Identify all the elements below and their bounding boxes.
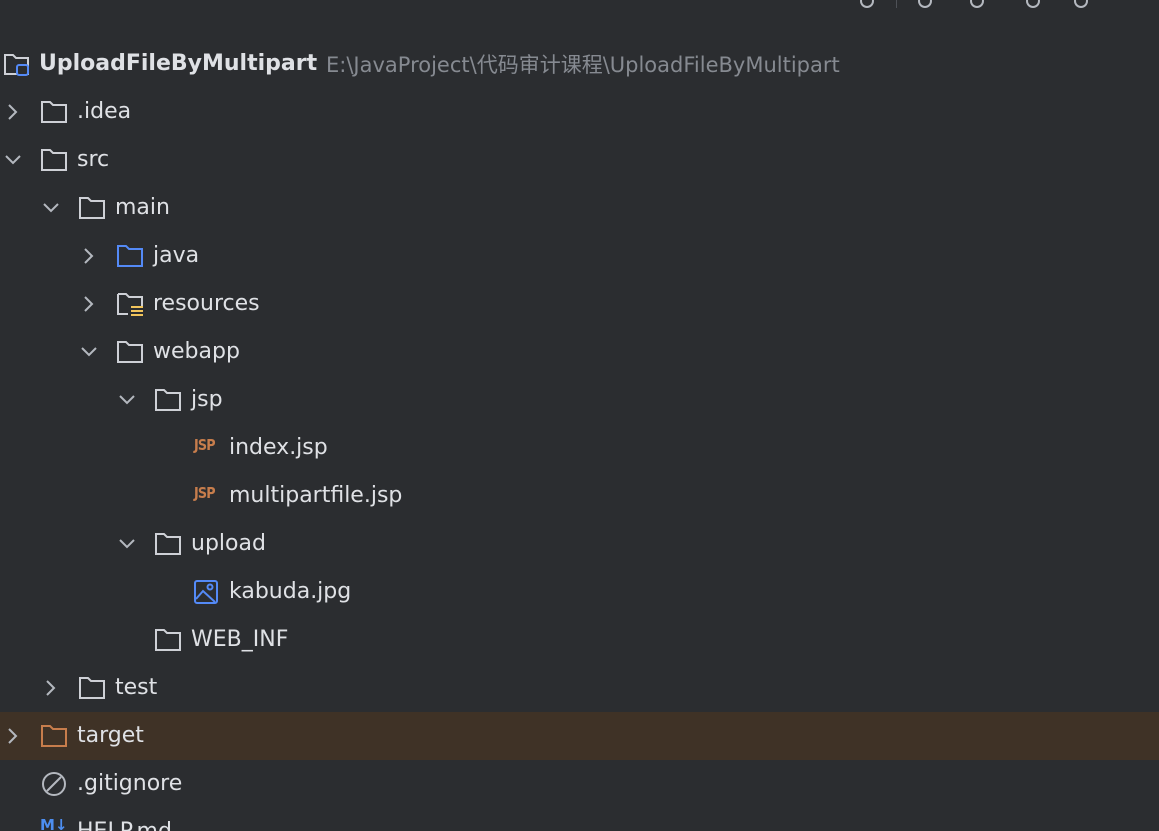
tree-label: target [77,723,144,748]
tree-row-index-jsp[interactable]: JSP index.jsp [0,424,1159,472]
folder-icon [155,533,181,555]
tree-label: main [115,195,170,220]
folder-icon [117,341,143,363]
tree-row-main[interactable]: main [0,184,1159,232]
tree-row-kabuda-jpg[interactable]: kabuda.jpg [0,568,1159,616]
folder-icon [41,101,67,123]
folder-icon [79,197,105,219]
source-folder-icon [117,245,143,267]
folder-icon [41,149,67,171]
globe-icon[interactable] [918,0,932,8]
folder-icon [155,629,181,651]
tree-row-idea[interactable]: .idea [0,88,1159,136]
chevron-down-icon[interactable] [117,390,137,410]
excluded-folder-icon [41,725,67,747]
image-file-icon [194,580,218,604]
toolbar-icon[interactable] [860,0,874,8]
chevron-down-icon[interactable] [3,150,23,170]
chevron-down-icon[interactable] [117,534,137,554]
toolbar-icon[interactable] [1026,0,1040,8]
tree-label: kabuda.jpg [229,579,352,604]
tree-label: multipartfile.jsp [229,483,403,508]
toolbar-icon[interactable] [1074,0,1088,8]
chevron-down-icon[interactable] [41,198,61,218]
resources-folder-icon [117,293,143,316]
project-tree: UploadFileByMultipart E:\JavaProject\代码审… [0,40,1159,831]
tree-row-web-inf[interactable]: WEB_INF [0,616,1159,664]
toolbar-icon[interactable] [970,0,984,8]
markdown-file-icon: M↓ [40,816,68,831]
tree-row-gitignore[interactable]: .gitignore [0,760,1159,808]
tree-label: jsp [191,387,223,412]
project-module-icon [4,54,29,76]
project-name: UploadFileByMultipart [39,51,318,76]
tree-row-help-md[interactable]: M↓ HELP.md [0,808,1159,831]
toolbar-strip [0,0,1159,14]
folder-icon [155,389,181,411]
chevron-right-icon[interactable] [79,246,99,266]
chevron-right-icon[interactable] [3,102,23,122]
tree-label: WEB_INF [191,627,289,652]
tree-label: resources [153,291,260,316]
chevron-right-icon[interactable] [79,294,99,314]
project-path: E:\JavaProject\代码审计课程\UploadFileByMultip… [326,53,840,77]
tree-row-multipartfile-jsp[interactable]: JSP multipartfile.jsp [0,472,1159,520]
tree-label: java [153,243,200,268]
folder-icon [79,677,105,699]
ignore-file-icon [42,772,66,796]
tree-row-src[interactable]: src [0,136,1159,184]
tree-row-jsp[interactable]: jsp [0,376,1159,424]
tree-row-resources[interactable]: resources [0,280,1159,328]
tree-row-project-root[interactable]: UploadFileByMultipart E:\JavaProject\代码审… [0,40,1159,88]
jsp-file-icon: JSP [194,484,216,502]
tree-label: webapp [153,339,240,364]
chevron-down-icon[interactable] [79,342,99,362]
tree-row-target[interactable]: target [0,712,1159,760]
tree-row-upload[interactable]: upload [0,520,1159,568]
tree-row-webapp[interactable]: webapp [0,328,1159,376]
tree-row-test[interactable]: test [0,664,1159,712]
tree-label: index.jsp [229,435,328,460]
toolbar-separator [896,0,897,8]
jsp-file-icon: JSP [194,436,216,454]
tree-label: .idea [77,99,132,124]
tree-label: test [115,675,158,700]
tree-label: HELP.md [77,818,172,831]
tree-label: src [77,147,110,172]
tree-label: upload [191,531,266,556]
chevron-right-icon[interactable] [3,726,23,746]
tree-row-java[interactable]: java [0,232,1159,280]
chevron-right-icon[interactable] [41,678,61,698]
tree-label: .gitignore [77,771,183,796]
